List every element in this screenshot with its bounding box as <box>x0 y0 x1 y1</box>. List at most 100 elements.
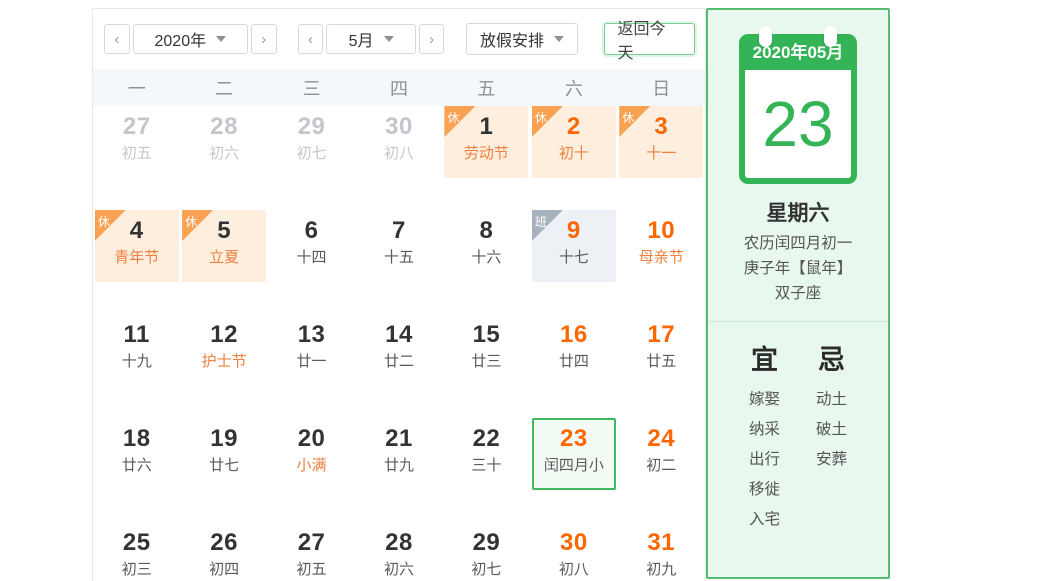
selected-day-panel: 2020年05月 23 星期六 农历闰四月初一 庚子年【鼠年】 双子座 宜 嫁娶… <box>706 8 890 579</box>
calendar-day-cell[interactable]: 24初二 <box>618 418 705 522</box>
calendar-day-cell[interactable]: 23闰四月小 <box>530 418 617 522</box>
next-month-button[interactable]: › <box>419 24 445 54</box>
calendar-day-cell[interactable]: 14廿二 <box>355 314 442 418</box>
lunar-label: 十一 <box>619 142 703 166</box>
calendar-day-cell[interactable]: 19廿七 <box>180 418 267 522</box>
calendar-day-cell[interactable]: 17廿五 <box>618 314 705 418</box>
prev-year-button[interactable]: ‹ <box>104 24 130 54</box>
lunar-label: 初十 <box>532 142 616 166</box>
day-box: 29初七 <box>270 106 354 178</box>
holiday-schedule-select[interactable]: 放假安排 <box>466 23 577 55</box>
chevron-left-icon: ‹ <box>308 31 313 48</box>
day-box: 25初三 <box>95 522 179 581</box>
calendar-day-cell[interactable]: 班9十七 <box>530 210 617 314</box>
day-box: 14廿二 <box>357 314 441 386</box>
day-number: 11 <box>95 319 179 350</box>
calendar-day-cell[interactable]: 休3十一 <box>618 106 705 210</box>
calendar-day-cell[interactable]: 8十六 <box>443 210 530 314</box>
day-number: 17 <box>619 319 703 350</box>
calendar-day-cell[interactable]: 31初九 <box>618 522 705 581</box>
calendar-day-cell[interactable]: 28初六 <box>180 106 267 210</box>
calendar-day-cell[interactable]: 29初七 <box>268 106 355 210</box>
avoid-title: 忌 <box>816 338 847 377</box>
day-box: 26初四 <box>182 522 266 581</box>
calendar-ring-icon <box>824 26 837 47</box>
calendar-day-cell[interactable]: 29初七 <box>443 522 530 581</box>
day-number: 31 <box>619 527 703 558</box>
suitable-items: 嫁娶纳采出行移徙入宅 <box>749 385 780 535</box>
calendar-day-cell[interactable]: 休2初十 <box>530 106 617 210</box>
calendar-day-cell[interactable]: 休4青年节 <box>93 210 180 314</box>
calendar-day-cell[interactable]: 30初八 <box>355 106 442 210</box>
avoid-items: 动土破土安葬 <box>816 385 847 475</box>
prev-month-button[interactable]: ‹ <box>298 24 324 54</box>
year-select[interactable]: 2020年 <box>133 24 248 54</box>
weekday-label: 二 <box>180 75 267 101</box>
lunar-label: 廿五 <box>619 350 703 374</box>
lunar-label: 廿一 <box>270 350 354 374</box>
month-select[interactable]: 5月 <box>326 24 415 54</box>
calendar-day-cell[interactable]: 20小满 <box>268 418 355 522</box>
calendar-day-cell[interactable]: 休5立夏 <box>180 210 267 314</box>
back-to-today-button[interactable]: 返回今天 <box>604 23 695 55</box>
chevron-left-icon: ‹ <box>114 31 119 48</box>
calendar-day-cell[interactable]: 28初六 <box>355 522 442 581</box>
year-select-value: 2020年 <box>155 27 207 51</box>
caret-down-icon <box>554 36 564 42</box>
day-box: 11十九 <box>95 314 179 386</box>
day-number: 14 <box>357 319 441 350</box>
day-number: 18 <box>95 423 179 454</box>
lunar-label: 廿三 <box>444 350 528 374</box>
lunar-label: 廿七 <box>182 454 266 478</box>
calendar-day-cell[interactable]: 13廿一 <box>268 314 355 418</box>
lunar-label: 十七 <box>532 246 616 270</box>
day-number: 7 <box>357 215 441 246</box>
chevron-right-icon: › <box>261 31 266 48</box>
calendar-day-cell[interactable]: 休1劳动节 <box>443 106 530 210</box>
calendar-day-cell[interactable]: 18廿六 <box>93 418 180 522</box>
weekday-header-row: 一二三四五六日 <box>93 69 705 106</box>
day-number: 30 <box>357 111 441 142</box>
calendar-day-cell[interactable]: 30初八 <box>530 522 617 581</box>
lunar-label: 初三 <box>95 558 179 581</box>
lunar-label: 十六 <box>444 246 528 270</box>
day-box: 13廿一 <box>270 314 354 386</box>
calendar-day-cell[interactable]: 16廿四 <box>530 314 617 418</box>
day-number: 6 <box>270 215 354 246</box>
lunar-label: 初八 <box>357 142 441 166</box>
calendar-day-cell[interactable]: 21廿九 <box>355 418 442 522</box>
calendar-ring-icon <box>759 26 772 47</box>
lunar-label: 青年节 <box>95 246 179 270</box>
lunar-label: 小满 <box>270 454 354 478</box>
calendar-day-cell[interactable]: 15廿三 <box>443 314 530 418</box>
calendar-day-cell[interactable]: 6十四 <box>268 210 355 314</box>
day-box: 15廿三 <box>444 314 528 386</box>
almanac-item: 嫁娶 <box>749 385 780 415</box>
calendar-day-cell[interactable]: 7十五 <box>355 210 442 314</box>
day-box: 17廿五 <box>619 314 703 386</box>
calendar-day-cell[interactable]: 12护士节 <box>180 314 267 418</box>
day-box: 31初九 <box>619 522 703 581</box>
calendar-day-cell[interactable]: 10母亲节 <box>618 210 705 314</box>
panel-zodiac: 双子座 <box>708 281 888 306</box>
next-year-button[interactable]: › <box>251 24 277 54</box>
lunar-label: 初七 <box>270 142 354 166</box>
calendar-day-cell[interactable]: 11十九 <box>93 314 180 418</box>
calendar-day-cell[interactable]: 25初三 <box>93 522 180 581</box>
lunar-label: 廿四 <box>532 350 616 374</box>
calendar-grid: 27初五28初六29初七30初八休1劳动节休2初十休3十一休4青年节休5立夏6十… <box>93 106 705 581</box>
day-number: 21 <box>357 423 441 454</box>
day-box: 8十六 <box>444 210 528 282</box>
lunar-label: 初九 <box>619 558 703 581</box>
calendar-day-cell[interactable]: 27初五 <box>268 522 355 581</box>
weekday-label: 五 <box>443 75 530 101</box>
day-box: 29初七 <box>444 522 528 581</box>
day-box: 24初二 <box>619 418 703 490</box>
calendar-day-cell[interactable]: 22三十 <box>443 418 530 522</box>
day-box: 27初五 <box>95 106 179 178</box>
weekday-label: 日 <box>618 75 705 101</box>
day-number: 24 <box>619 423 703 454</box>
calendar-day-cell[interactable]: 26初四 <box>180 522 267 581</box>
calendar-day-cell[interactable]: 27初五 <box>93 106 180 210</box>
day-number: 22 <box>444 423 528 454</box>
